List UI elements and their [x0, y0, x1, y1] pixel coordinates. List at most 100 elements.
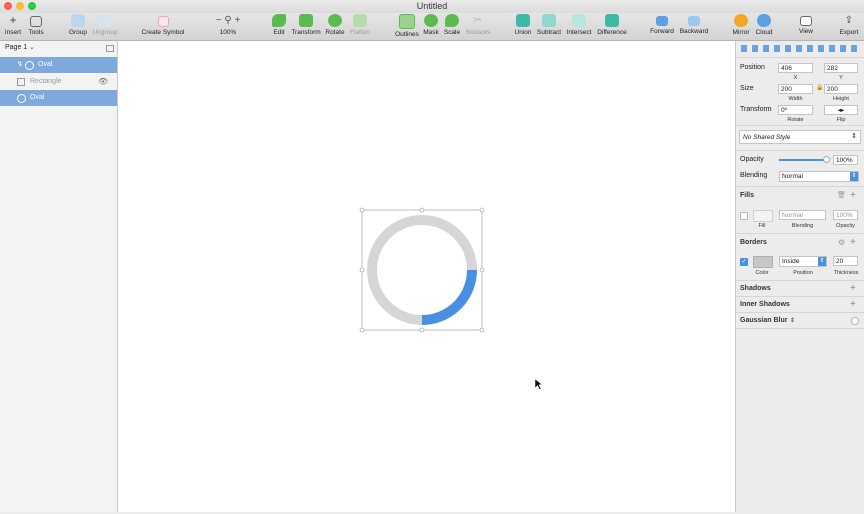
layer-row-oval-2[interactable]: Oval: [0, 90, 117, 106]
canvas[interactable]: [118, 41, 735, 512]
minimize-window-button[interactable]: [16, 2, 24, 10]
page-selector[interactable]: Page 1 ⌄: [0, 41, 117, 58]
transform-label: Transform: [291, 29, 321, 36]
shadows-section-title: Shadows: [740, 285, 771, 292]
gear-icon[interactable]: ⚙: [838, 238, 845, 247]
close-window-button[interactable]: [4, 2, 12, 10]
mask-button[interactable]: Mask: [422, 14, 440, 40]
mirror-button[interactable]: Mirror: [730, 14, 752, 40]
flip-caption: Flip: [836, 117, 846, 123]
fill-opacity-input[interactable]: 100%: [833, 210, 858, 220]
symbol-icon: [157, 16, 169, 27]
mask-icon: [424, 14, 438, 27]
mirror-label: Mirror: [732, 29, 750, 36]
group-button[interactable]: Group: [66, 14, 90, 40]
border-thickness-input[interactable]: 20: [833, 256, 858, 266]
outlines-label: Outlines: [395, 31, 419, 38]
divider: [736, 150, 864, 151]
lock-icon[interactable]: 🔒: [816, 84, 823, 91]
fill-color-swatch[interactable]: [753, 210, 773, 222]
x-caption: X: [793, 75, 798, 81]
tools-label: Tools: [28, 29, 44, 36]
layers-panel: Page 1 ⌄ ↯ Oval Rectangle 👁 Oval: [0, 41, 118, 512]
zoom-control[interactable]: − ⚲ + 100%: [208, 14, 248, 40]
selection-handles[interactable]: [359, 207, 485, 333]
align-icons[interactable]: [741, 45, 859, 52]
height-input[interactable]: 200: [824, 84, 858, 94]
boolean-op-icon: ↯: [17, 61, 23, 68]
forward-label: Forward: [650, 28, 674, 35]
zoom-window-button[interactable]: [28, 2, 36, 10]
scissors-icon: ✂: [473, 15, 483, 26]
ungroup-button[interactable]: Ungroup: [90, 14, 120, 40]
fill-blending-select[interactable]: Normal: [779, 210, 826, 220]
view-button[interactable]: View: [795, 14, 817, 40]
x-input[interactable]: 406: [778, 63, 813, 73]
width-caption: Width: [788, 96, 803, 102]
subtract-button[interactable]: Subtract: [535, 14, 563, 40]
union-button[interactable]: Union: [512, 14, 534, 40]
add-inner-shadow-icon[interactable]: +: [850, 300, 856, 310]
collapse-panel-icon[interactable]: [106, 45, 114, 52]
width-input[interactable]: 200: [778, 84, 813, 94]
rotate-button[interactable]: Rotate: [324, 14, 346, 40]
outlines-button[interactable]: Outlines: [393, 14, 421, 40]
add-shadow-icon[interactable]: +: [850, 284, 856, 294]
layer-row-oval-1[interactable]: ↯ Oval: [0, 57, 117, 73]
union-label: Union: [514, 29, 532, 36]
share-icon: ⇪: [844, 15, 854, 26]
export-button[interactable]: ⇪ Export: [836, 14, 862, 40]
gaussian-blur-section-title[interactable]: Gaussian Blur: [740, 317, 787, 324]
border-position-select[interactable]: Inside ⇕: [779, 256, 827, 267]
opacity-input[interactable]: 100%: [833, 155, 858, 165]
intersect-button[interactable]: Intersect: [564, 14, 594, 40]
scale-button[interactable]: Scale: [442, 14, 462, 40]
blending-select[interactable]: Normal ⇕: [779, 171, 859, 182]
forward-button[interactable]: Forward: [648, 14, 676, 40]
layer-row-rectangle[interactable]: Rectangle 👁: [0, 74, 117, 90]
transform-button[interactable]: Transform: [290, 14, 322, 40]
mouse-cursor-icon: [534, 378, 543, 390]
insert-label: Insert: [4, 29, 22, 36]
fill-enabled-checkbox[interactable]: [740, 212, 748, 220]
add-border-icon[interactable]: +: [850, 238, 856, 248]
position-label: Position: [740, 64, 765, 71]
backward-button[interactable]: Backward: [678, 14, 710, 40]
difference-button[interactable]: Difference: [595, 14, 629, 40]
border-enabled-checkbox[interactable]: ✓: [740, 258, 748, 266]
opacity-slider-knob[interactable]: [823, 156, 830, 163]
create-symbol-button[interactable]: Create Symbol: [140, 14, 186, 40]
border-position-value: Inside: [782, 258, 800, 265]
y-input[interactable]: 282: [824, 63, 858, 73]
insert-button[interactable]: + Insert: [3, 14, 23, 40]
y-caption: Y: [839, 75, 843, 81]
toolbar: + Insert Tools Group Ungroup Create Symb…: [0, 13, 864, 41]
gaussian-blur-toggle[interactable]: [851, 317, 859, 325]
ungroup-label: Ungroup: [92, 29, 118, 36]
divider: [736, 186, 864, 187]
title-bar: Untitled: [0, 0, 864, 13]
rotate-input[interactable]: 0º: [778, 105, 813, 115]
opacity-slider[interactable]: [779, 156, 830, 163]
cloud-icon: [757, 14, 771, 27]
trash-icon[interactable]: 🗑: [837, 191, 846, 199]
flatten-button[interactable]: Flatten: [348, 14, 372, 40]
inspector-panel: Position 406 282 X Y Size 200 🔒 200 Widt…: [735, 41, 864, 512]
ring-progress-arc[interactable]: [421, 269, 477, 325]
border-color-swatch[interactable]: [753, 256, 773, 268]
thickness-caption: Thickness: [833, 270, 859, 276]
flip-buttons[interactable]: ◂▸: [824, 105, 858, 115]
subtract-label: Subtract: [536, 29, 562, 36]
tools-button[interactable]: Tools: [25, 14, 47, 40]
zoom-level: 100%: [219, 29, 237, 36]
flip-horizontal-icon[interactable]: ◂▸: [838, 107, 845, 114]
scissors-button[interactable]: ✂ Scissors: [463, 14, 493, 40]
add-fill-icon[interactable]: +: [850, 191, 856, 201]
height-caption: Height: [833, 96, 849, 102]
group-icon: [71, 14, 85, 27]
edit-button[interactable]: Edit: [270, 14, 288, 40]
shared-style-select[interactable]: No Shared Style ⇕: [739, 130, 861, 144]
eye-icon[interactable]: 👁: [98, 77, 108, 86]
cloud-button[interactable]: Cloud: [753, 14, 775, 40]
fills-section-title: Fills: [740, 192, 755, 199]
